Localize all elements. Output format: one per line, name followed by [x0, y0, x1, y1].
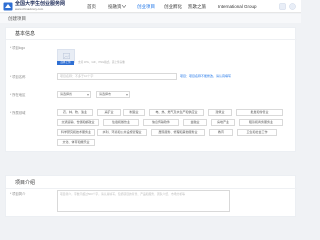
project-desc-label: * 项目简介 — [10, 192, 26, 196]
site-logo-icon[interactable] — [3, 2, 13, 11]
notification-icon[interactable] — [279, 3, 286, 10]
city-select-value: 请选择市 — [99, 92, 112, 96]
industry-tag[interactable]: 金融业 — [183, 119, 207, 126]
upload-hint: 支持 JPG、GIF、PNG格式，需上传头像 — [78, 61, 125, 64]
chevron-down-icon — [87, 94, 89, 96]
industry-label: * 所属领域 — [10, 111, 26, 115]
industry-tag[interactable]: 水利、环境和公共设施管理业 — [97, 129, 147, 136]
area-label: * 所在地区 — [10, 93, 26, 97]
breadcrumb: 创建项目 — [0, 14, 301, 23]
section-title-project-intro: 项目介绍 — [15, 180, 36, 186]
industry-tag[interactable]: 租赁和商务服务业 — [239, 119, 283, 126]
industry-tag[interactable]: 农、林、牧、渔业 — [57, 109, 93, 116]
province-select-value: 请选择省 — [60, 92, 73, 96]
divider — [6, 188, 297, 189]
top-nav-bar: 全国大学生创业服务网 www.chinadxscy.com 首页 投融资 创业项… — [0, 0, 301, 13]
city-select[interactable]: 请选择市 — [96, 91, 130, 98]
industry-tag[interactable]: 科学研究和技术服务业 — [57, 129, 95, 136]
divider — [6, 39, 297, 40]
industry-tag[interactable]: 交通运输、仓储和邮政业 — [57, 119, 99, 126]
industry-tag[interactable]: 住宿和餐饮业 — [103, 119, 139, 126]
project-desc-textarea[interactable]: 项目简介，字数不超过500个字，请认真填写，包括项目的背景、产品和服务、团队介绍… — [57, 190, 230, 212]
page-title: 创建项目 — [8, 16, 26, 21]
industry-tag[interactable]: 建筑业 — [208, 109, 232, 116]
industry-tag[interactable]: 采矿业 — [97, 109, 121, 116]
industry-tag[interactable]: 房地产业 — [211, 119, 235, 126]
project-name-tip: 项目：项目名称不能修改，请认真填写 — [180, 74, 232, 78]
upload-button[interactable]: 选择上传 — [57, 61, 74, 65]
nav-incubation[interactable]: 创业孵化 — [164, 0, 182, 13]
industry-tag[interactable]: 教育 — [209, 129, 233, 136]
industry-tag[interactable]: 电、热、燃气及水生产和供应业 — [149, 109, 204, 116]
industry-tag[interactable]: 制造业 — [123, 109, 145, 116]
province-select[interactable]: 请选择省 — [57, 91, 91, 98]
chevron-down-icon — [126, 94, 128, 96]
industry-tag[interactable]: 信息传输软件 — [143, 119, 179, 126]
nav-projects[interactable]: 创业项目 — [137, 0, 155, 13]
industry-tag[interactable]: 居民服务、修理和其他服务业 — [151, 129, 205, 136]
user-avatar-icon[interactable] — [289, 3, 296, 10]
section-title-basic-info: 基本信息 — [15, 31, 36, 37]
project-name-label: * 项目名称 — [10, 75, 26, 79]
brand-subtitle: www.chinadxscy.com — [15, 7, 44, 11]
nav-home[interactable]: 首页 — [87, 0, 96, 13]
project-name-input[interactable]: 项目名称：不多于10个字 — [57, 73, 177, 80]
nav-tour[interactable]: 凯歌之旅 — [188, 0, 206, 13]
chevron-down-icon[interactable] — [122, 5, 126, 8]
image-placeholder-icon — [63, 53, 70, 59]
industry-tag[interactable]: 文化、体育和娱乐业 — [57, 139, 95, 146]
industry-tag[interactable]: 批发和零售业 — [236, 109, 283, 116]
nav-international[interactable]: International Group — [218, 0, 257, 13]
logo-label: * 项目logo — [10, 46, 26, 50]
nav-investment[interactable]: 投融资 — [108, 0, 122, 13]
industry-tag[interactable]: 卫生和社会工作 — [237, 129, 277, 136]
